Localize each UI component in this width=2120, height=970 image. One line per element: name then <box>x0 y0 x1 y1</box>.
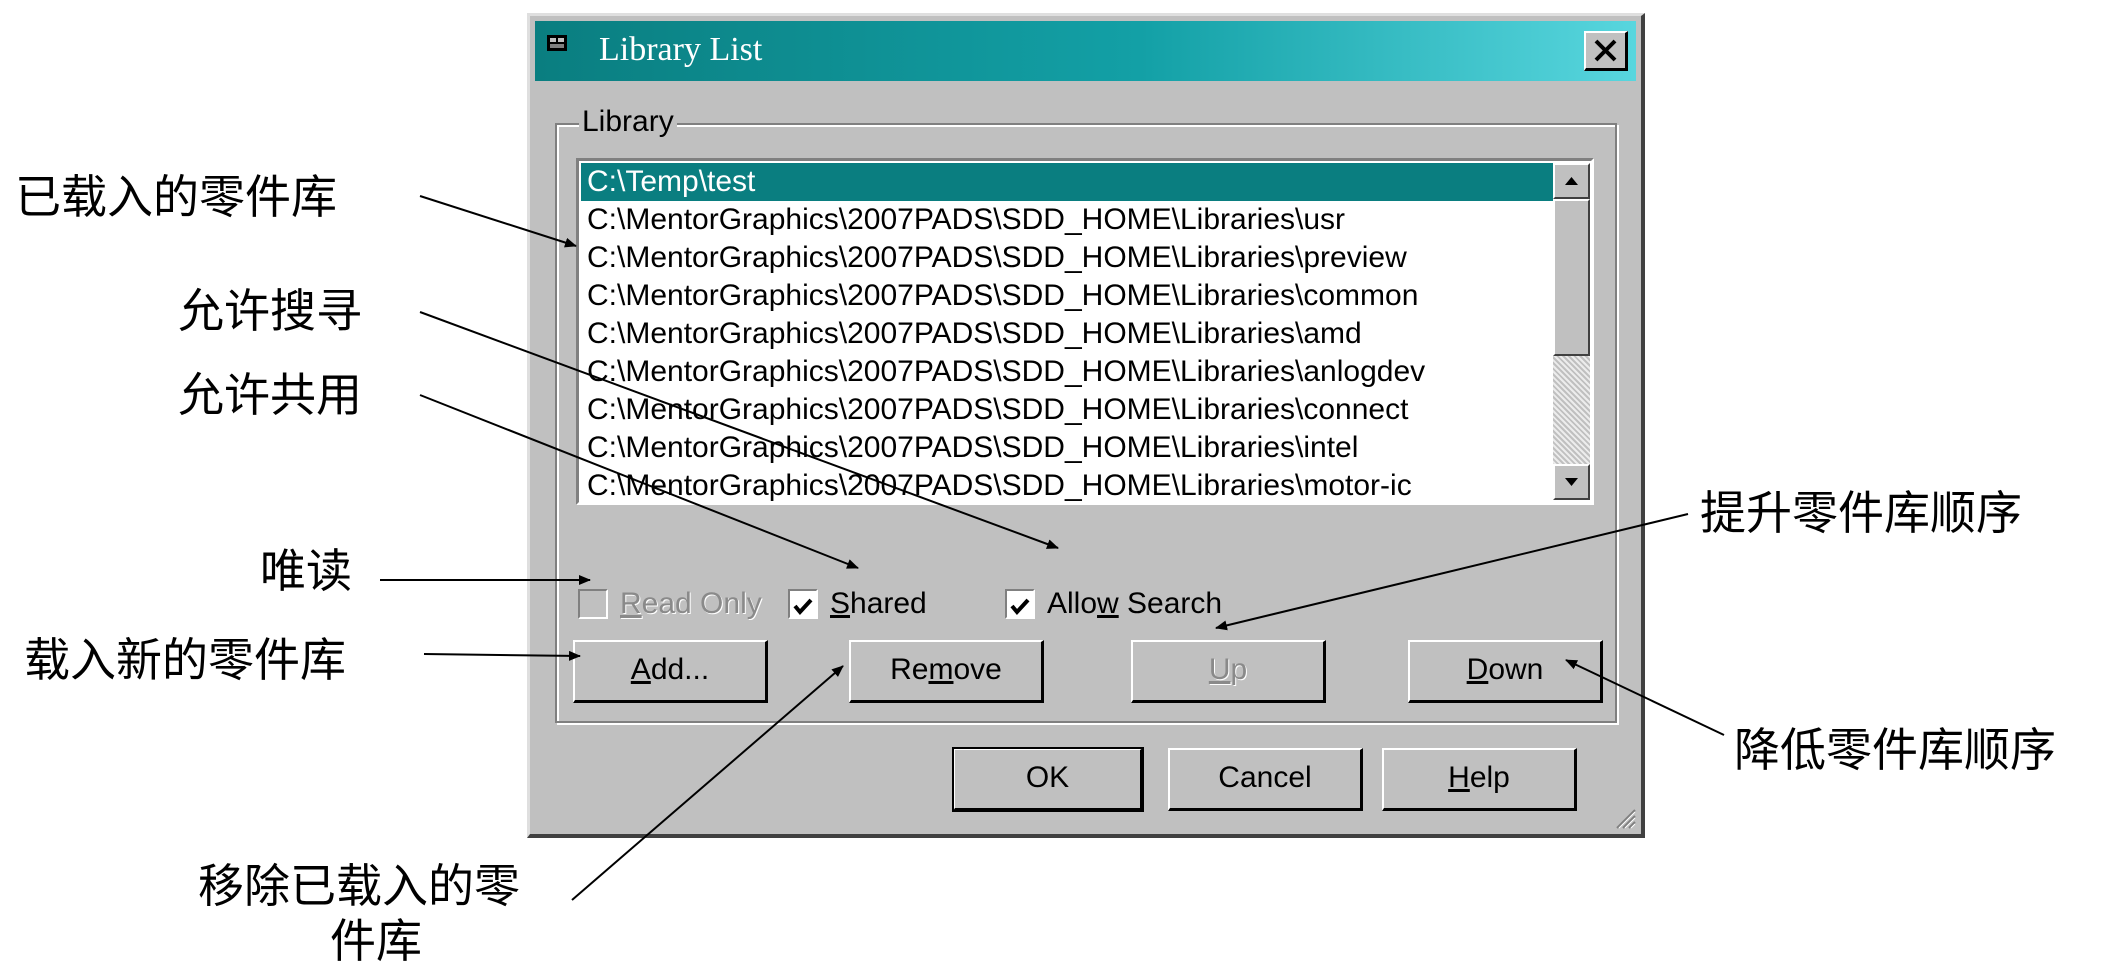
library-items: C:\Temp\test C:\MentorGraphics\2007PADS\S… <box>581 163 1555 503</box>
library-list-item[interactable]: C:\MentorGraphics\2007PADS\SDD_HOME\Libr… <box>581 239 1555 277</box>
up-button[interactable]: Up <box>1131 640 1326 703</box>
close-icon <box>1594 39 1617 62</box>
scroll-thumb[interactable] <box>1553 199 1590 356</box>
allow-search-label: Allow Search <box>1047 587 1223 620</box>
allow-search-checkbox[interactable]: Allow Search <box>1005 584 1222 624</box>
vertical-scrollbar[interactable] <box>1553 163 1590 500</box>
scroll-up-button[interactable] <box>1553 163 1590 199</box>
down-button[interactable]: Down <box>1408 640 1603 703</box>
checkmark-icon <box>1010 598 1030 616</box>
annotation-allow-search: 允许搜寻 <box>178 284 362 338</box>
annotation-remove-line1: 移除已载入的零 <box>198 859 520 913</box>
title-bar[interactable]: Library List <box>535 21 1636 81</box>
annotation-move-up: 提升零件库顺序 <box>1700 486 2022 540</box>
library-list-item[interactable]: C:\MentorGraphics\2007PADS\SDD_HOME\Libr… <box>581 277 1555 315</box>
library-group-label: Library <box>579 105 677 139</box>
remove-button[interactable]: Remove <box>849 640 1044 703</box>
scroll-down-button[interactable] <box>1553 464 1590 500</box>
shared-checkbox[interactable]: Shared <box>788 584 927 624</box>
read-only-checkbox[interactable]: Read Only <box>578 584 762 624</box>
read-only-checkbox-box[interactable] <box>578 589 608 619</box>
library-list-item[interactable]: C:\MentorGraphics\2007PADS\SDD_HOME\Libr… <box>581 391 1555 429</box>
shared-label: Shared <box>830 587 927 620</box>
library-list-item[interactable]: C:\MentorGraphics\2007PADS\SDD_HOME\Libr… <box>581 467 1555 503</box>
checkmark-icon <box>793 598 813 616</box>
library-list-item[interactable]: C:\MentorGraphics\2007PADS\SDD_HOME\Libr… <box>581 429 1555 467</box>
library-listbox[interactable]: C:\Temp\test C:\MentorGraphics\2007PADS\S… <box>576 158 1594 505</box>
help-button[interactable]: Help <box>1382 748 1577 811</box>
app-icon <box>547 35 567 51</box>
read-only-label: Read Only <box>620 587 762 620</box>
resize-grip-icon[interactable] <box>1611 804 1637 830</box>
annotation-add-new: 载入新的零件库 <box>24 633 346 687</box>
library-groupbox: Library C:\Temp\test C:\MentorGraphics\20… <box>555 105 1617 723</box>
arrow-down-icon <box>1565 478 1578 486</box>
cancel-button[interactable]: Cancel <box>1168 748 1363 811</box>
ok-button[interactable]: OK <box>952 747 1144 812</box>
library-list-item[interactable]: C:\MentorGraphics\2007PADS\SDD_HOME\Libr… <box>581 353 1555 391</box>
annotation-loaded-libraries: 已载入的零件库 <box>15 170 337 224</box>
dialog-title: Library List <box>599 31 763 68</box>
library-list-item[interactable]: C:\MentorGraphics\2007PADS\SDD_HOME\Libr… <box>581 201 1555 239</box>
annotation-allow-shared: 允许共用 <box>178 368 362 422</box>
library-list-item[interactable]: C:\Temp\test <box>581 163 1555 201</box>
annotation-remove-line2: 件库 <box>330 914 422 968</box>
annotation-move-down: 降低零件库顺序 <box>1734 723 2056 777</box>
library-list-dialog: Library List Library C:\Temp\test C:\Ment… <box>527 13 1645 838</box>
arrow-up-icon <box>1565 177 1578 185</box>
allow-search-checkbox-box[interactable] <box>1005 589 1035 619</box>
close-button[interactable] <box>1584 31 1628 71</box>
annotation-read-only: 唯读 <box>260 544 352 598</box>
library-list-item[interactable]: C:\MentorGraphics\2007PADS\SDD_HOME\Libr… <box>581 315 1555 353</box>
shared-checkbox-box[interactable] <box>788 589 818 619</box>
add-button[interactable]: Add... <box>573 640 768 703</box>
